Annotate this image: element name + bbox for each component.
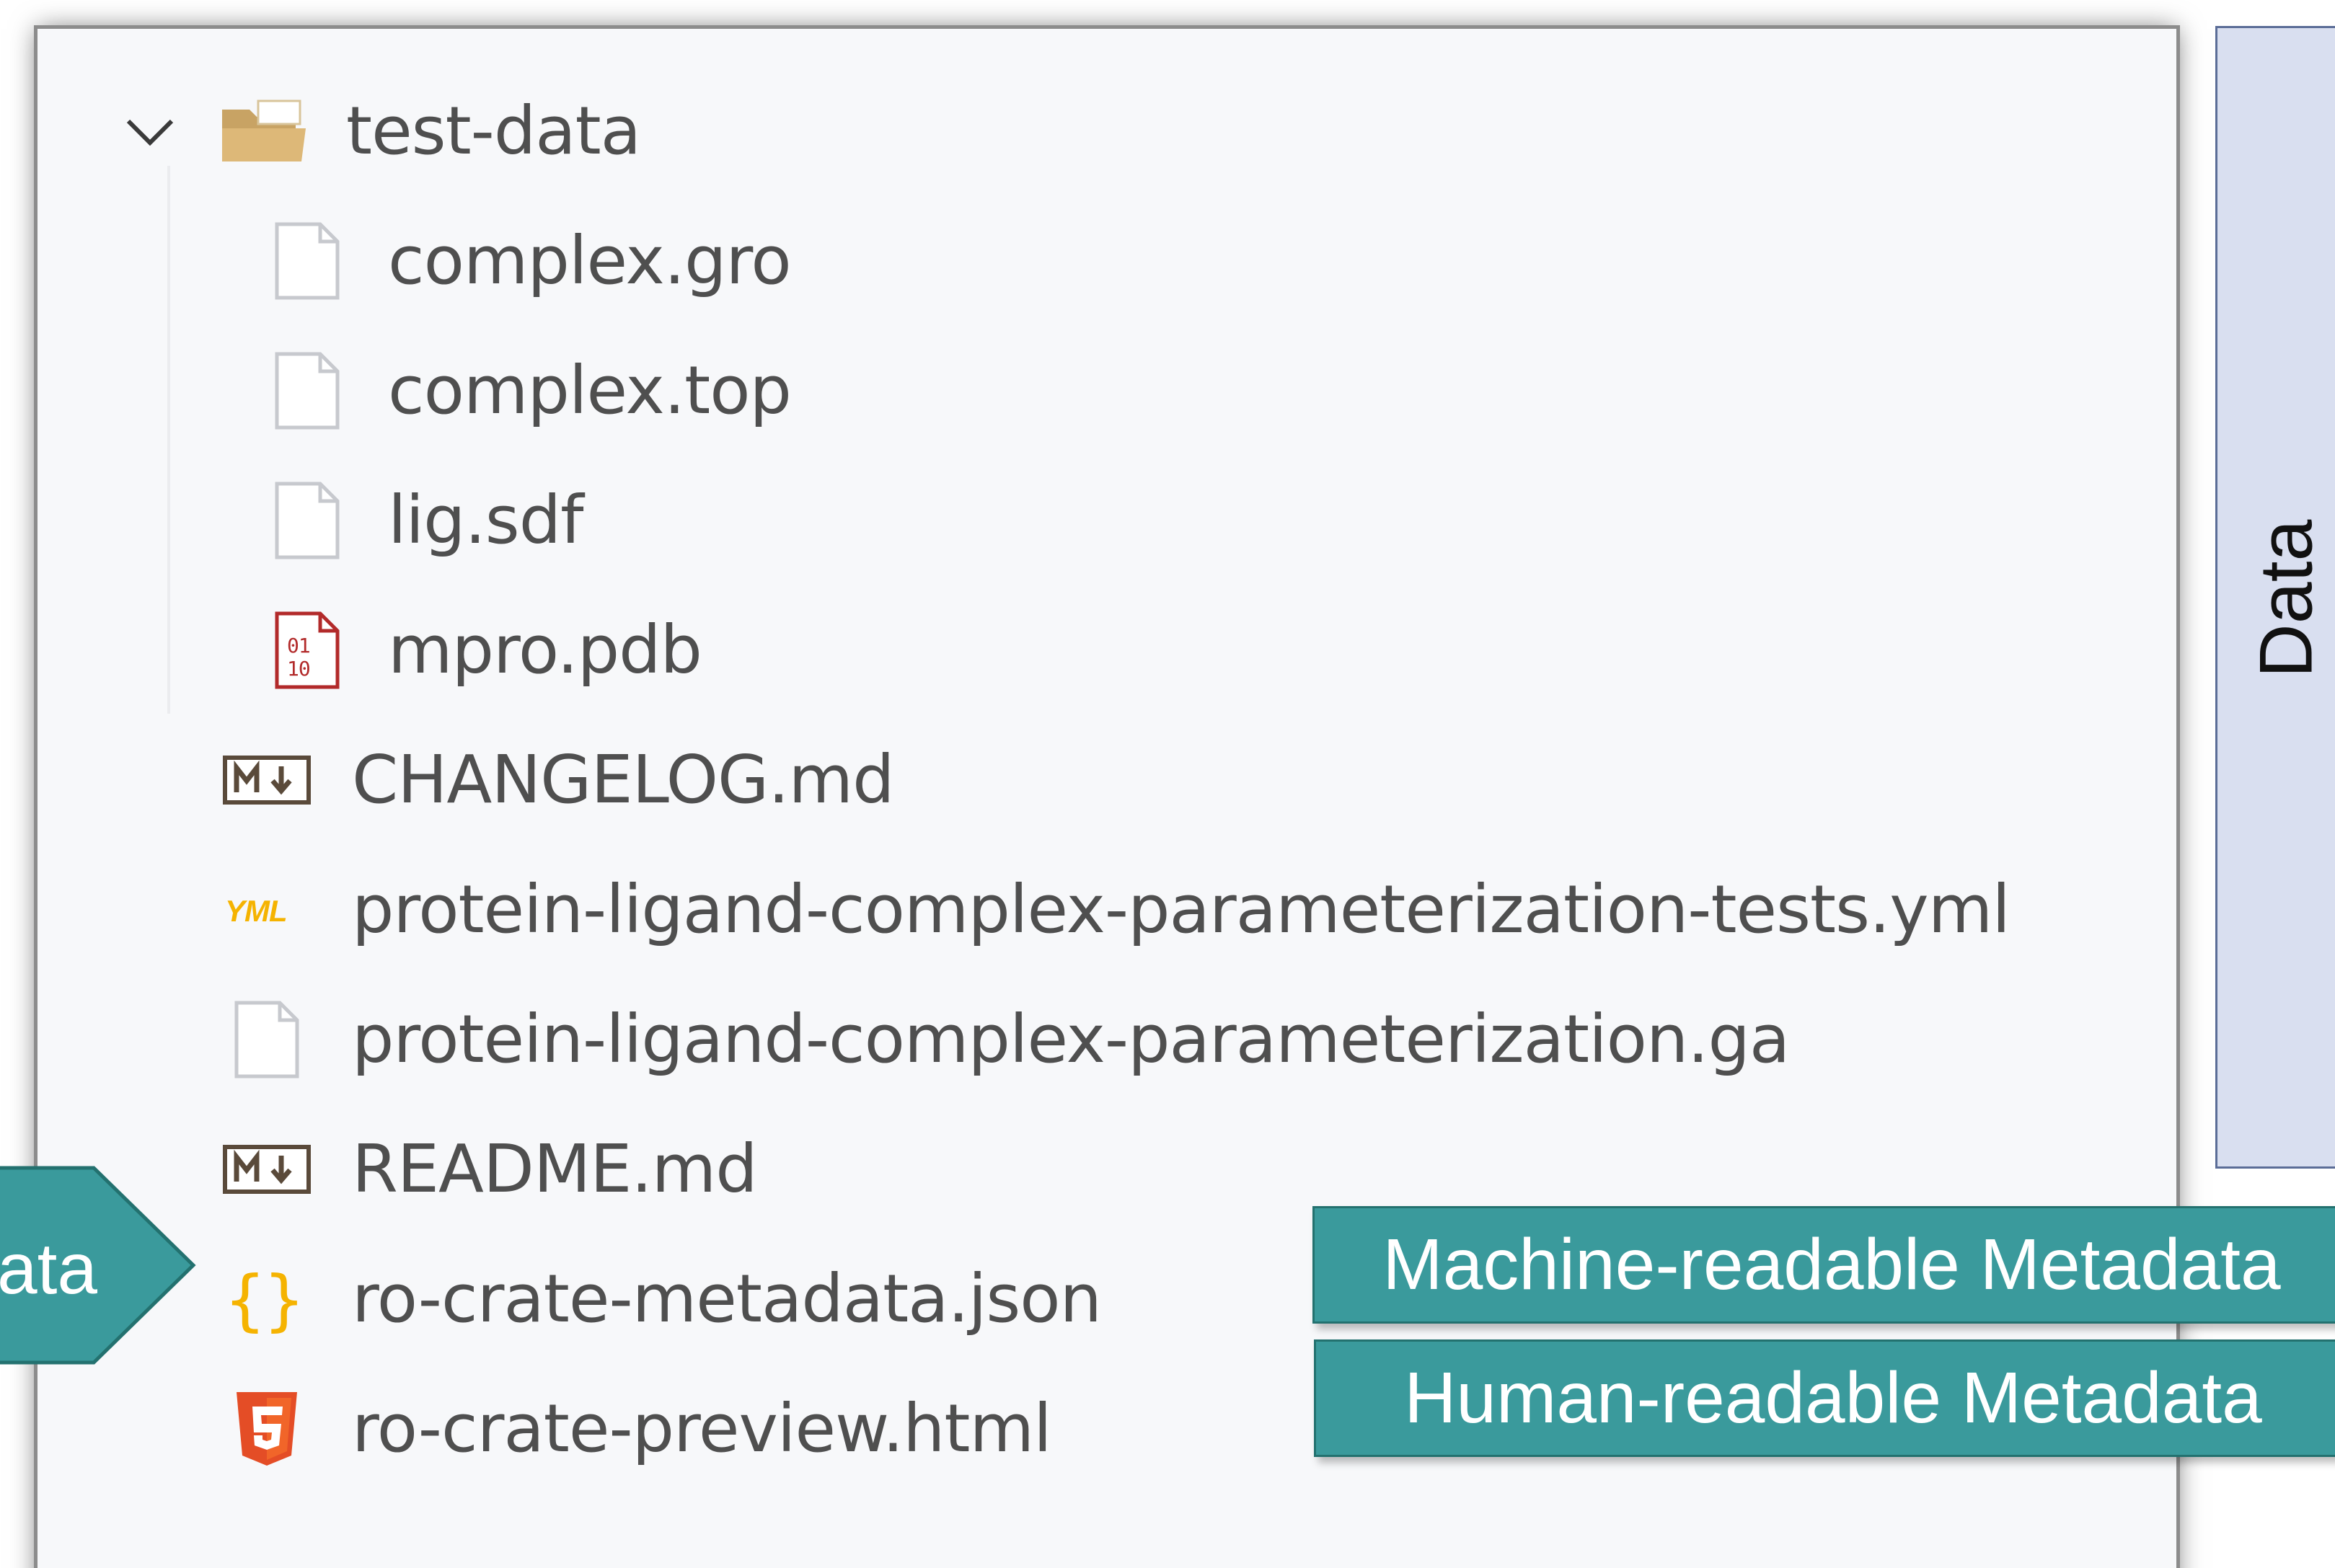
tree-item-test-data-folder[interactable]: test-data (115, 66, 641, 196)
tree-item-file[interactable]: {} ro-crate-metadata.json (222, 1234, 1102, 1364)
file-name: ro-crate-preview.html (352, 1390, 1052, 1467)
file-name: complex.gro (388, 222, 792, 299)
svg-text:YML: YML (225, 894, 287, 928)
file-icon (273, 351, 342, 430)
tree-item-file[interactable]: CHANGELOG.md (222, 715, 895, 845)
yaml-icon: YML (222, 870, 312, 949)
file-name: complex.top (388, 352, 792, 429)
file-name: mpro.pdb (388, 611, 702, 688)
svg-text:{}: {} (225, 1262, 304, 1339)
tree-item-file[interactable]: complex.gro (273, 196, 792, 326)
file-name: README.md (352, 1130, 758, 1208)
tree-item-file[interactable]: YML protein-ligand-complex-parameterizat… (222, 845, 2010, 975)
file-icon (273, 481, 342, 560)
file-name: ro-crate-metadata.json (352, 1260, 1102, 1337)
human-readable-metadata-label: Human-readable Metadata (1314, 1339, 2335, 1457)
file-icon (273, 221, 342, 301)
json-icon: {} (222, 1259, 312, 1339)
machine-readable-metadata-label: Machine-readable Metadata (1312, 1206, 2335, 1324)
indent-guide (167, 166, 170, 714)
file-icon (222, 1000, 312, 1079)
binary-file-icon: 01 10 (273, 611, 342, 690)
tree-item-file[interactable]: lig.sdf (273, 456, 583, 585)
chevron-down-icon[interactable] (115, 97, 185, 166)
screenshot-stage: Data test-data complex.gro complex.top l… (0, 0, 2335, 1568)
tree-item-file[interactable]: ro-crate-preview.html (222, 1364, 1052, 1494)
file-name: lig.sdf (388, 482, 583, 559)
html5-icon (222, 1389, 312, 1469)
arrow-callout-label: ata (0, 1228, 98, 1309)
data-annotation-label: Data (2244, 519, 2329, 678)
tree-item-file[interactable]: protein-ligand-complex-parameterization.… (222, 975, 1790, 1104)
file-name: protein-ligand-complex-parameterization-… (352, 871, 2010, 948)
file-explorer-panel: test-data complex.gro complex.top lig.sd… (37, 29, 2176, 1568)
svg-text:10: 10 (287, 657, 310, 681)
folder-name: test-data (346, 92, 641, 169)
tree-item-file[interactable]: complex.top (273, 326, 792, 456)
tree-item-file[interactable]: 01 10 mpro.pdb (273, 585, 702, 715)
file-name: protein-ligand-complex-parameterization.… (352, 1001, 1790, 1078)
file-name: CHANGELOG.md (352, 741, 895, 818)
markdown-icon (222, 1130, 312, 1209)
tree-item-file[interactable]: README.md (222, 1104, 758, 1234)
markdown-icon (222, 740, 312, 820)
svg-text:01: 01 (287, 634, 310, 657)
folder-open-icon (219, 95, 309, 167)
